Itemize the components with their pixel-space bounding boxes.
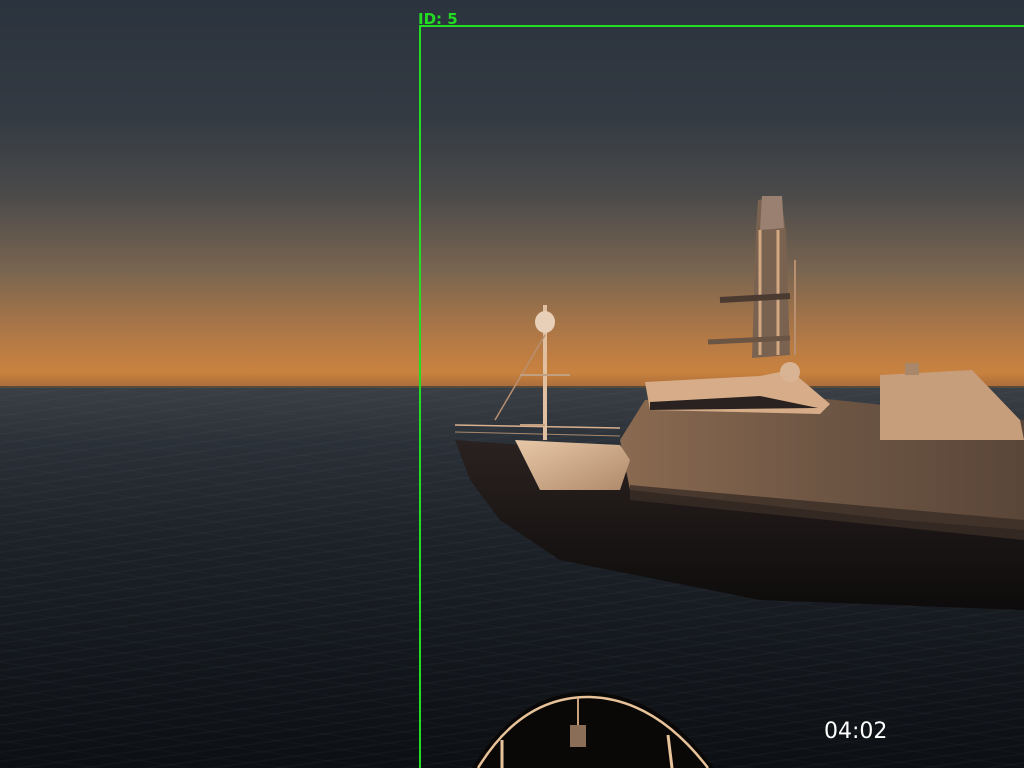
detection-id-label: ID: 5: [418, 10, 458, 28]
detection-bounding-box: [419, 25, 1024, 768]
mission-timer: 04:02: [824, 719, 888, 744]
game-viewport[interactable]: ID: 5 04:02: [0, 0, 1024, 768]
